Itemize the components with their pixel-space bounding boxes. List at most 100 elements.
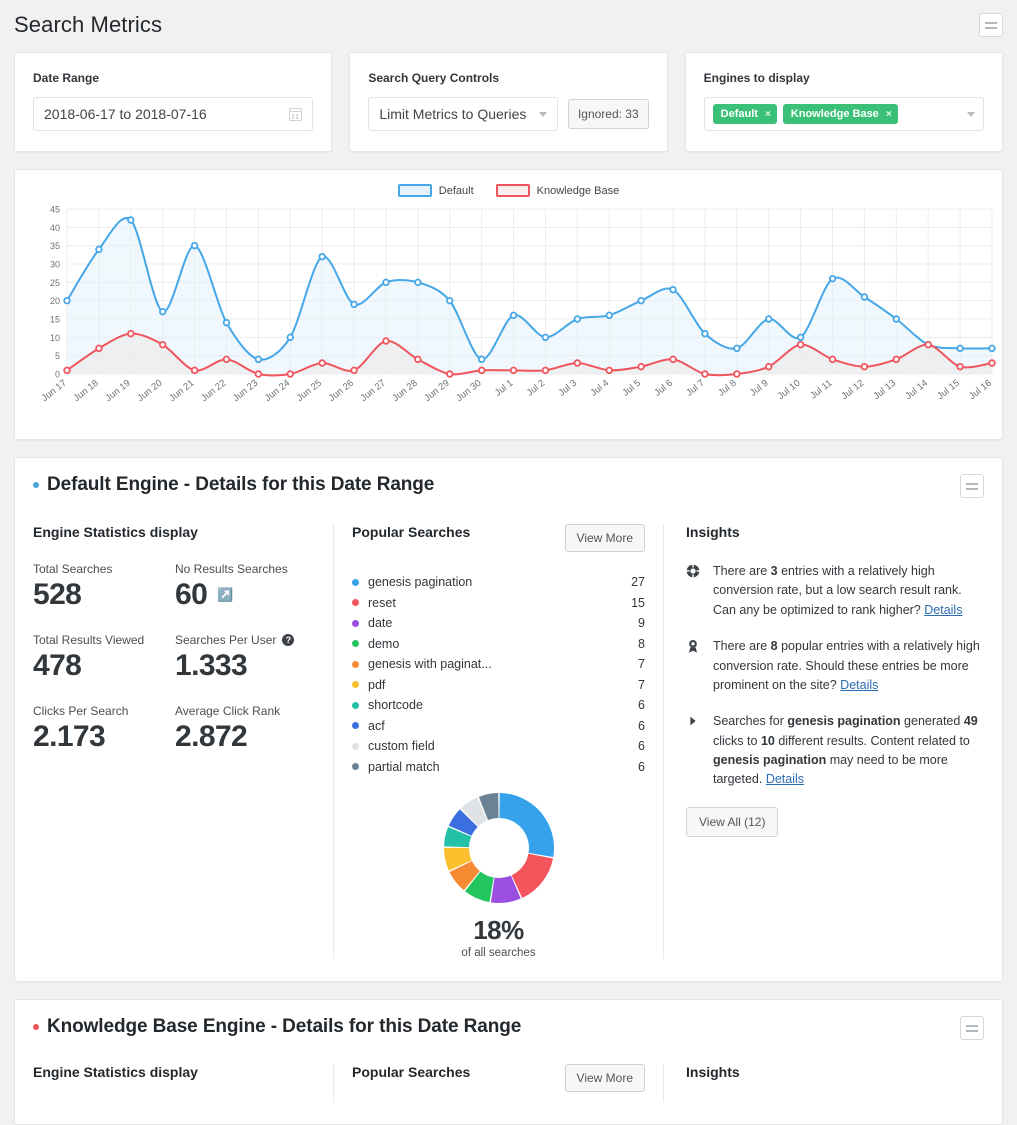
chip-remove-icon[interactable]: × — [765, 109, 771, 120]
data-point[interactable] — [383, 280, 389, 286]
popular-search-row[interactable]: acf6 — [352, 716, 645, 737]
hamburger-icon[interactable] — [979, 13, 1003, 37]
data-point[interactable] — [511, 313, 517, 319]
data-point[interactable] — [479, 357, 485, 363]
engine-chip-default[interactable]: Default × — [713, 104, 777, 124]
data-point[interactable] — [224, 320, 230, 326]
chevron-down-icon[interactable] — [967, 112, 975, 117]
donut-slice[interactable] — [511, 854, 552, 898]
popular-search-color-dot — [352, 579, 359, 586]
data-point[interactable] — [511, 368, 517, 374]
x-axis-tick-label: Jun 18 — [71, 378, 100, 404]
data-point[interactable] — [830, 357, 836, 363]
data-point[interactable] — [862, 364, 868, 370]
popular-search-row[interactable]: date9 — [352, 613, 645, 634]
data-point[interactable] — [415, 357, 421, 363]
query-controls-select[interactable]: Limit Metrics to Queries — [368, 97, 558, 131]
data-point[interactable] — [96, 346, 102, 352]
data-point[interactable] — [287, 335, 293, 341]
data-point[interactable] — [256, 357, 262, 363]
ignored-count-button[interactable]: Ignored: 33 — [568, 99, 649, 129]
data-point[interactable] — [862, 294, 868, 300]
data-point[interactable] — [256, 371, 262, 377]
legend-item-default[interactable]: Default — [398, 184, 474, 197]
data-point[interactable] — [287, 371, 293, 377]
data-point[interactable] — [702, 371, 708, 377]
external-link-icon[interactable]: ↗️ — [217, 587, 233, 603]
popular-search-row[interactable]: shortcode6 — [352, 695, 645, 716]
data-point[interactable] — [575, 316, 581, 322]
data-point[interactable] — [957, 346, 963, 352]
popular-search-row[interactable]: partial match6 — [352, 757, 645, 778]
engine-statistics-column: Engine Statistics display Total Searches… — [33, 524, 333, 959]
data-point[interactable] — [319, 254, 325, 260]
data-point[interactable] — [447, 371, 453, 377]
data-point[interactable] — [734, 346, 740, 352]
popular-search-row[interactable]: genesis pagination27 — [352, 572, 645, 593]
data-point[interactable] — [447, 298, 453, 304]
popular-search-row[interactable]: reset15 — [352, 593, 645, 614]
data-point[interactable] — [192, 368, 198, 374]
data-point[interactable] — [670, 357, 676, 363]
date-range-input[interactable]: 2018-06-17 to 2018-07-16 — [33, 97, 313, 131]
donut-slice[interactable] — [499, 793, 554, 857]
data-point[interactable] — [638, 298, 644, 304]
data-point[interactable] — [957, 364, 963, 370]
data-point[interactable] — [702, 331, 708, 337]
y-axis-tick-label: 35 — [50, 241, 60, 251]
view-all-insights-button[interactable]: View All (12) — [686, 807, 778, 837]
chip-remove-icon[interactable]: × — [886, 109, 892, 120]
kb-engine-menu-icon[interactable] — [960, 1016, 984, 1040]
view-more-button[interactable]: View More — [565, 524, 645, 552]
data-point[interactable] — [638, 364, 644, 370]
data-point[interactable] — [96, 247, 102, 253]
data-point[interactable] — [479, 368, 485, 374]
engine-chip-knowledge-base[interactable]: Knowledge Base × — [783, 104, 898, 124]
data-point[interactable] — [606, 368, 612, 374]
popular-search-row[interactable]: pdf7 — [352, 675, 645, 696]
data-point[interactable] — [64, 298, 70, 304]
data-point[interactable] — [351, 368, 357, 374]
data-point[interactable] — [160, 309, 166, 315]
data-point[interactable] — [575, 360, 581, 366]
donut-chart[interactable] — [440, 789, 558, 907]
data-point[interactable] — [766, 316, 772, 322]
popular-search-row[interactable]: genesis with paginat...7 — [352, 654, 645, 675]
data-point[interactable] — [543, 368, 549, 374]
data-point[interactable] — [128, 331, 134, 337]
data-point[interactable] — [894, 357, 900, 363]
data-point[interactable] — [989, 346, 995, 352]
data-point[interactable] — [192, 243, 198, 249]
default-engine-menu-icon[interactable] — [960, 474, 984, 498]
data-point[interactable] — [830, 276, 836, 282]
popular-search-name: shortcode — [368, 698, 619, 712]
data-point[interactable] — [989, 360, 995, 366]
data-point[interactable] — [734, 371, 740, 377]
insights-column: Insights There are 3 entries with a rela… — [663, 524, 984, 959]
data-point[interactable] — [160, 342, 166, 348]
x-axis-tick-label: Jun 29 — [422, 378, 451, 404]
data-point[interactable] — [606, 313, 612, 319]
line-chart[interactable]: 051015202530354045Jun 17Jun 18Jun 19Jun … — [25, 201, 992, 431]
data-point[interactable] — [670, 287, 676, 293]
help-icon[interactable]: ? — [282, 634, 294, 646]
data-point[interactable] — [224, 357, 230, 363]
engines-multiselect[interactable]: Default × Knowledge Base × — [704, 97, 984, 131]
data-point[interactable] — [128, 217, 134, 223]
popular-search-row[interactable]: demo8 — [352, 634, 645, 655]
kb-view-more-button[interactable]: View More — [565, 1064, 645, 1092]
data-point[interactable] — [766, 364, 772, 370]
data-point[interactable] — [798, 342, 804, 348]
data-point[interactable] — [894, 316, 900, 322]
data-point[interactable] — [351, 302, 357, 308]
legend-item-knowledge-base[interactable]: Knowledge Base — [496, 184, 620, 197]
calendar-icon[interactable] — [289, 108, 302, 121]
popular-search-row[interactable]: custom field6 — [352, 736, 645, 757]
data-point[interactable] — [798, 335, 804, 341]
data-point[interactable] — [415, 280, 421, 286]
data-point[interactable] — [925, 342, 931, 348]
data-point[interactable] — [543, 335, 549, 341]
data-point[interactable] — [64, 368, 70, 374]
data-point[interactable] — [319, 360, 325, 366]
data-point[interactable] — [383, 338, 389, 344]
